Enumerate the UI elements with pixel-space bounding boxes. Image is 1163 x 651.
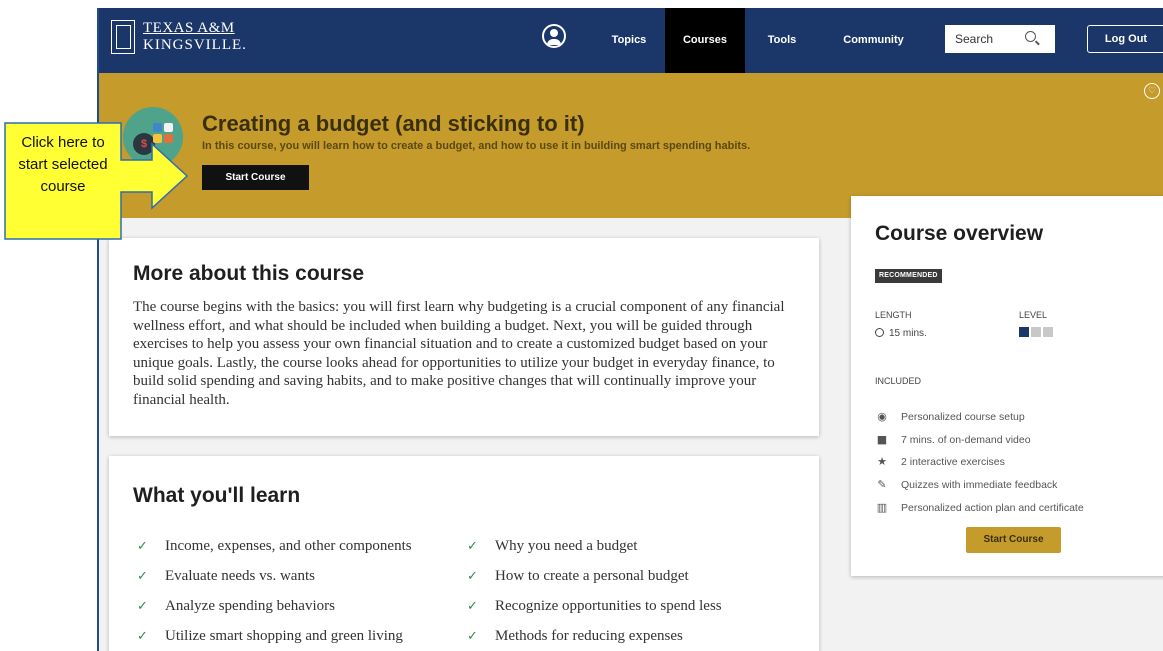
learning-outcomes-card: What you'll learn ✓ Income, expenses, and… — [109, 456, 819, 651]
about-heading: More about this course — [133, 262, 365, 285]
check-icon: ✓ — [137, 629, 148, 644]
check-icon: ✓ — [137, 539, 148, 554]
length-label: LENGTH — [875, 310, 912, 320]
check-icon: ✓ — [467, 599, 478, 614]
included-item: ▥ Personalized action plan and certificat… — [876, 501, 1084, 514]
learn-item: ✓ Evaluate needs vs. wants — [137, 568, 315, 584]
logo-line-2: KINGSVILLE. — [143, 37, 247, 53]
included-item: ◉ Personalized course setup — [875, 410, 1025, 423]
university-logo[interactable]: TEXAS A&M KINGSVILLE. — [111, 18, 246, 62]
check-icon: ✓ — [137, 599, 148, 614]
overview-title: Course overview — [875, 222, 1044, 245]
recommended-badge: RECOMMENDED — [875, 269, 942, 283]
page: TEXAS A&M KINGSVILLE. Topics Courses Too… — [0, 0, 1163, 651]
bar-chart-icon: ▥ — [876, 501, 888, 514]
check-icon: ✓ — [467, 569, 478, 584]
included-item: ✎ Quizzes with immediate feedback — [875, 478, 1057, 491]
check-icon: ✓ — [137, 569, 148, 584]
learn-item: ✓ Why you need a budget — [467, 538, 638, 554]
start-course-button-overview[interactable]: Start Course — [966, 527, 1061, 553]
level-indicator — [1019, 324, 1055, 337]
course-overview-card: Course overview RECOMMENDED LENGTH LEVEL… — [851, 196, 1163, 576]
callout-text: Click here to start selected course — [18, 134, 108, 195]
fingerprint-icon: ◉ — [877, 410, 887, 423]
check-icon: ✓ — [467, 629, 478, 644]
about-body: The course begins with the basics: you w… — [133, 299, 785, 408]
seal-icon — [111, 20, 135, 54]
search-icon[interactable] — [1025, 31, 1036, 42]
logo-line-1: TEXAS A&M — [143, 20, 235, 36]
learn-item: ✓ Utilize smart shopping and green living — [137, 628, 403, 644]
video-camera-icon: ■ — [876, 433, 888, 446]
nav-link-community[interactable]: Community — [821, 8, 926, 73]
clock-icon — [875, 328, 884, 337]
nav-link-tools[interactable]: Tools — [752, 8, 812, 73]
level-square — [1019, 327, 1029, 337]
heart-icon[interactable]: ♡ — [1144, 83, 1160, 99]
learn-heading: What you'll learn — [133, 484, 301, 507]
course-description: In this course, you will learn how to cr… — [202, 140, 751, 152]
instruction-callout: Click here to start selected course — [4, 122, 189, 240]
about-course-card: More about this course The course begins… — [109, 238, 819, 436]
search-input[interactable] — [945, 25, 1023, 53]
course-title: Creating a budget (and sticking to it) — [202, 111, 585, 136]
start-course-button-hero[interactable]: Start Course — [202, 165, 309, 190]
length-value: 15 mins. — [875, 328, 927, 339]
pencil-icon: ✎ — [877, 478, 887, 491]
level-label: LEVEL — [1019, 310, 1048, 320]
browser-content: TEXAS A&M KINGSVILLE. Topics Courses Too… — [97, 8, 1163, 651]
learn-item: ✓ How to create a personal budget — [467, 568, 689, 584]
nav-link-topics[interactable]: Topics — [594, 8, 664, 73]
search-box — [945, 25, 1055, 53]
included-item: ■ 7 mins. of on-demand video — [876, 433, 1031, 446]
account-icon[interactable] — [542, 24, 566, 48]
included-label: INCLUDED — [875, 376, 922, 386]
learn-item: ✓ Analyze spending behaviors — [137, 598, 335, 614]
star-icon: ★ — [877, 455, 887, 468]
check-icon: ✓ — [467, 539, 478, 554]
learn-item: ✓ Income, expenses, and other components — [137, 538, 412, 554]
top-navigation-bar: TEXAS A&M KINGSVILLE. Topics Courses Too… — [99, 8, 1163, 73]
learn-item: ✓ Methods for reducing expenses — [467, 628, 683, 644]
level-square — [1043, 327, 1053, 337]
log-out-button[interactable]: Log Out — [1087, 25, 1163, 53]
included-item: ★ 2 interactive exercises — [875, 455, 1005, 468]
learn-item: ✓ Recognize opportunities to spend less — [467, 598, 722, 614]
level-square — [1031, 327, 1041, 337]
nav-link-courses[interactable]: Courses — [665, 8, 745, 73]
